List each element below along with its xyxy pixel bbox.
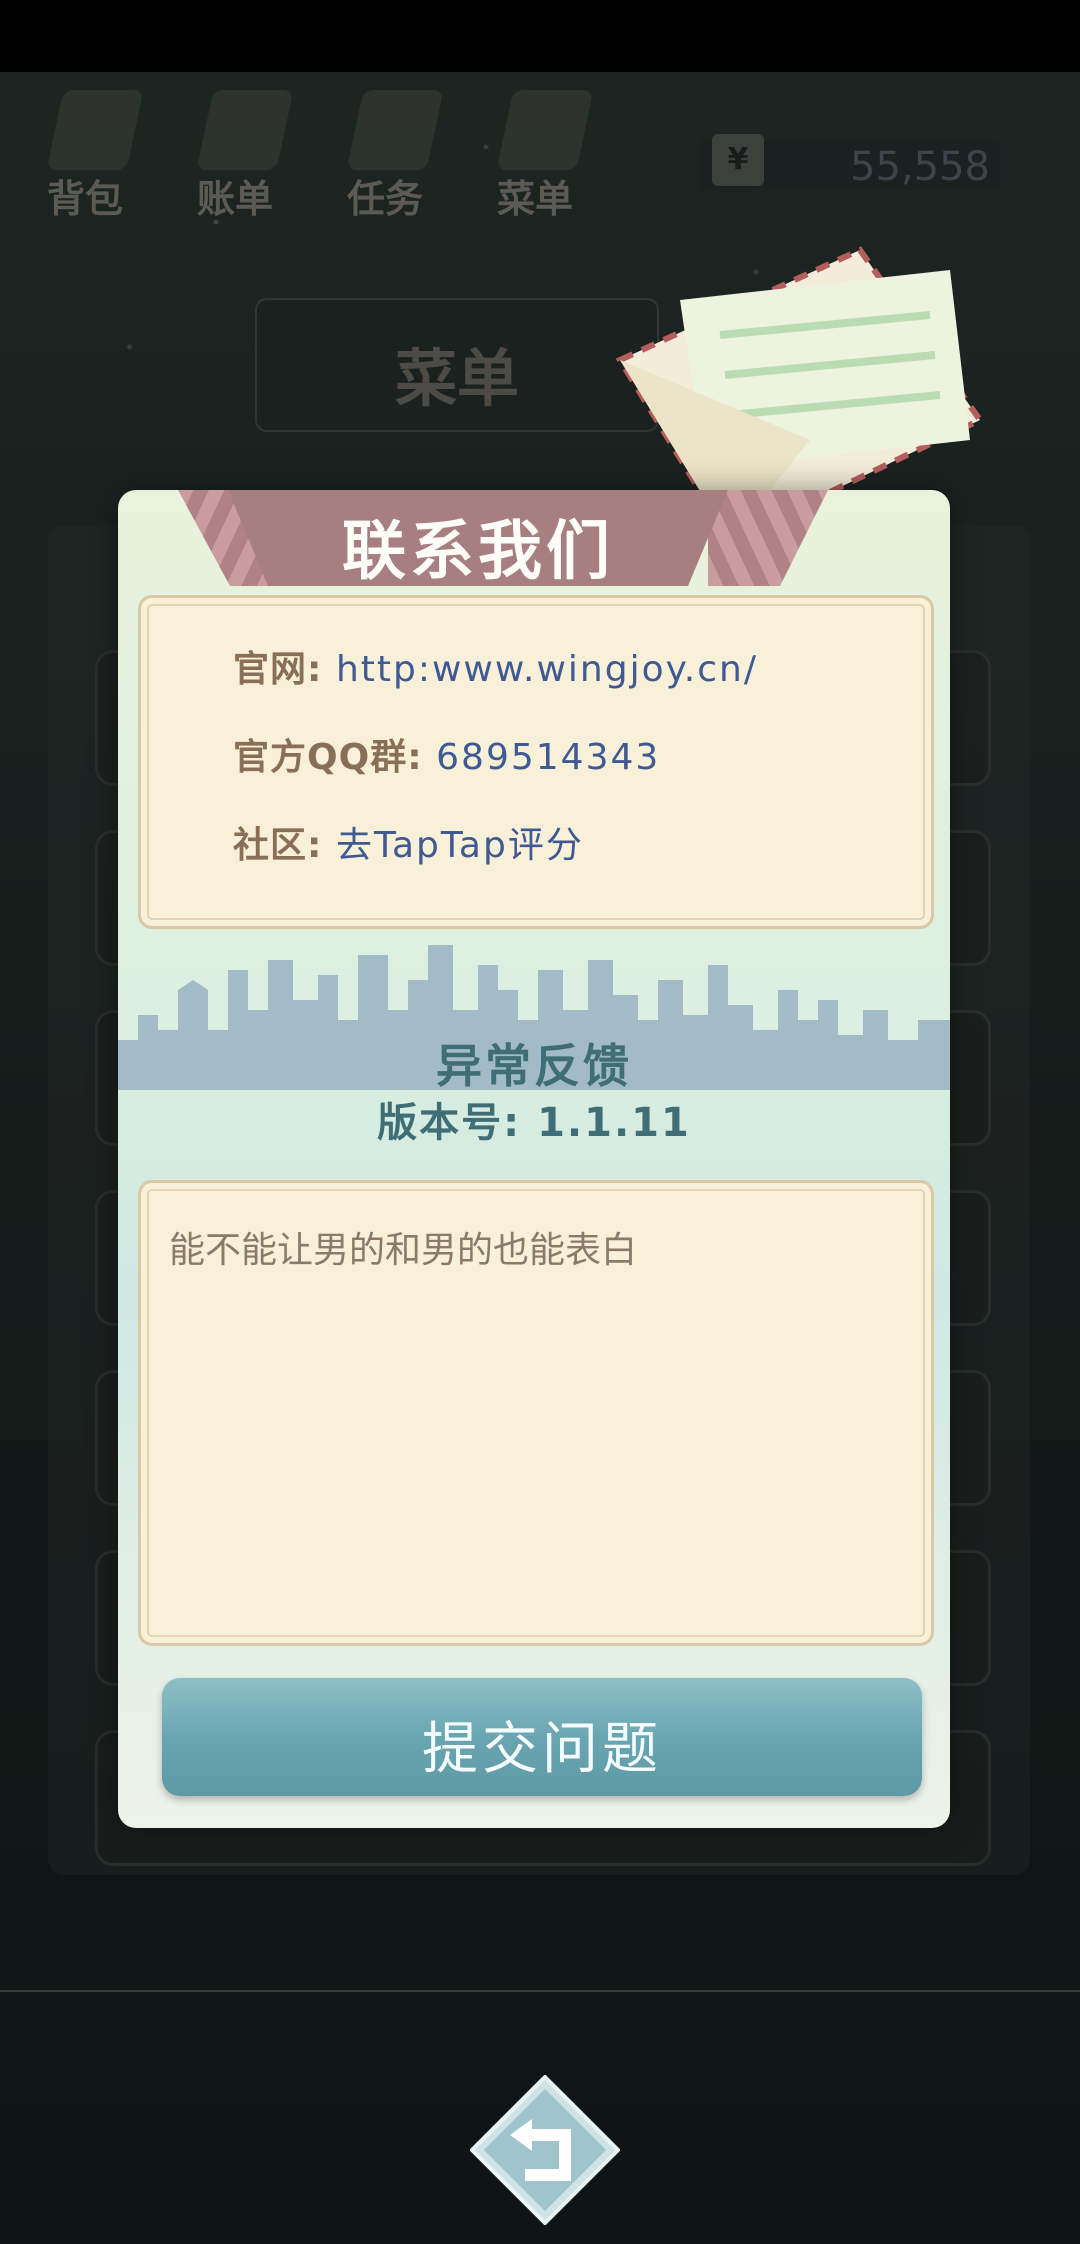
website-link[interactable]: http:www.wingjoy.cn/ xyxy=(336,649,758,690)
submit-feedback-button[interactable]: 提交问题 xyxy=(162,1678,922,1796)
community-row: 社区: 去TapTap评分 xyxy=(233,816,584,868)
qq-number[interactable]: 689514343 xyxy=(436,737,660,778)
dialog-title: 联系我们 xyxy=(342,515,614,589)
community-label: 社区: xyxy=(233,825,323,866)
website-label: 官网: xyxy=(233,649,323,690)
back-button[interactable] xyxy=(470,2075,620,2225)
dialog-title-ribbon: 联系我们 xyxy=(118,490,828,589)
feedback-title: 异常反馈 xyxy=(436,1039,632,1093)
feedback-text: 能不能让男的和男的也能表白 xyxy=(169,1230,638,1271)
contact-info-box: 官网: http:www.wingjoy.cn/ 官方QQ群: 68951434… xyxy=(138,595,934,929)
qq-label: 官方QQ群: xyxy=(233,737,423,778)
version-number: 版本号: 1.1.11 xyxy=(377,1100,691,1146)
bottom-divider xyxy=(0,1990,1080,1992)
feedback-textarea[interactable]: 能不能让男的和男的也能表白 xyxy=(138,1180,934,1646)
website-row: 官网: http:www.wingjoy.cn/ xyxy=(233,640,758,692)
qq-row: 官方QQ群: 689514343 xyxy=(233,728,660,780)
submit-feedback-label: 提交问题 xyxy=(422,1717,662,1782)
taptap-rate-link[interactable]: 去TapTap评分 xyxy=(336,825,584,866)
status-bar xyxy=(0,0,1080,72)
